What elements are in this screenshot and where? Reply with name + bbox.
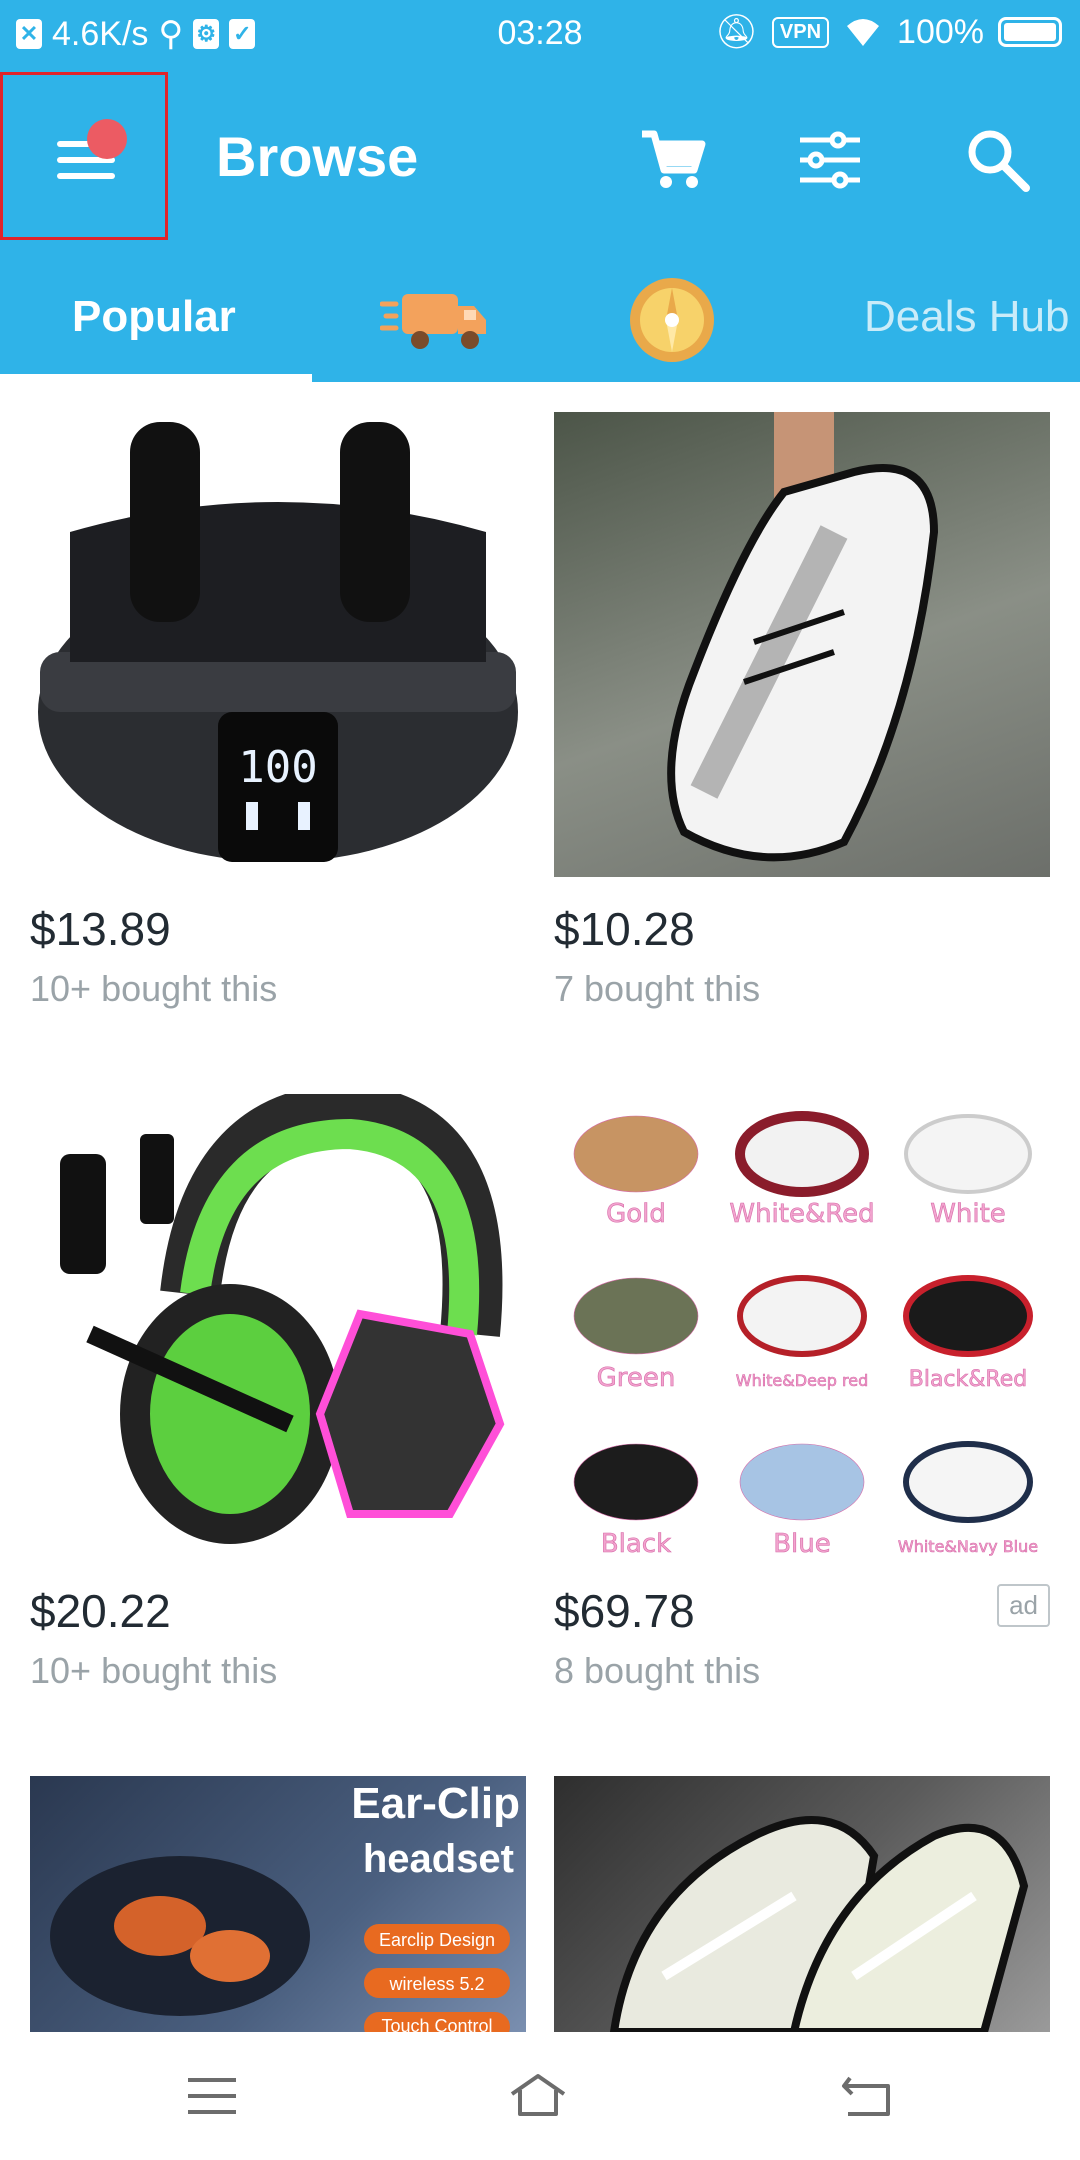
back-icon[interactable] xyxy=(838,2070,898,2122)
feature-pill: Earclip Design xyxy=(379,1930,495,1950)
wifi-icon xyxy=(847,19,880,46)
battery-percent: 100% xyxy=(897,12,984,51)
variant-label: Green xyxy=(597,1363,676,1393)
bought-count: 10+ bought this xyxy=(30,1650,278,1691)
variant-label: Blue xyxy=(773,1529,831,1559)
sneakers-grid-image[interactable]: Gold White&Red White Green White&Deep re… xyxy=(554,1094,1050,1559)
feature-pill: wireless 5.2 xyxy=(388,1974,484,1994)
variant-label: Black xyxy=(601,1529,671,1559)
status-bar: ✕ 4.6K/s ⚲ ⚙ ✓ 03:28 🔕︎ VPN 100% xyxy=(0,0,1080,72)
product-price: $13.89 xyxy=(30,903,171,955)
product-card[interactable]: $10.28 7 bought this xyxy=(554,412,1050,1009)
filter-icon[interactable] xyxy=(794,124,866,196)
shoe-image[interactable] xyxy=(554,412,1050,877)
product-card[interactable]: Gold White&Red White Green White&Deep re… xyxy=(554,1094,1050,1691)
product-price: $20.22 xyxy=(30,1585,171,1637)
variant-label: White&Navy Blue xyxy=(898,1537,1038,1556)
page-title: Browse xyxy=(216,125,419,188)
ad-badge: ad xyxy=(997,1584,1050,1627)
variant-label: White&Red xyxy=(729,1199,874,1229)
loafer-shoe-image[interactable] xyxy=(554,1776,1050,2032)
variant-label: Black&Red xyxy=(909,1367,1027,1392)
tab-indicator xyxy=(0,374,312,382)
product-price: $69.78 xyxy=(554,1585,695,1637)
home-icon[interactable] xyxy=(508,2070,568,2122)
product-card[interactable]: Ear-Clip headset Earclip Design wireless… xyxy=(30,1776,526,2032)
bought-count: 10+ bought this xyxy=(30,968,278,1009)
variant-label: White&Deep red xyxy=(736,1371,868,1390)
variant-label: Gold xyxy=(606,1199,666,1229)
bought-count: 8 bought this xyxy=(554,1650,761,1691)
tab-shipping-truck-icon[interactable] xyxy=(380,284,490,356)
earclip-headset-image[interactable]: Ear-Clip headset Earclip Design wireless… xyxy=(30,1776,526,2032)
category-tabs: Popular Deals Hub xyxy=(0,262,1080,382)
recent-apps-icon[interactable] xyxy=(182,2070,242,2122)
variant-label: White xyxy=(930,1199,1006,1229)
product-card[interactable]: $20.22 10+ bought this xyxy=(30,1094,526,1691)
silent-bell-icon: 🔕︎ xyxy=(714,13,758,51)
product-card[interactable]: 100 $13.89 10+ bought this xyxy=(30,412,526,1009)
product-price: $10.28 xyxy=(554,903,695,955)
vpn-icon: VPN xyxy=(771,16,830,48)
app-header: Browse xyxy=(0,72,1080,262)
bought-count: 7 bought this xyxy=(554,968,761,1009)
battery-icon xyxy=(998,17,1062,47)
feature-pill: Touch Control xyxy=(381,2016,492,2032)
headset-image[interactable] xyxy=(30,1094,526,1559)
cart-icon[interactable] xyxy=(636,124,708,196)
image-headline: headset xyxy=(363,1837,514,1881)
menu-button[interactable] xyxy=(0,72,168,240)
product-card[interactable] xyxy=(554,1776,1050,2032)
tab-popular[interactable]: Popular xyxy=(72,292,236,342)
earbuds-image[interactable]: 100 xyxy=(30,412,526,877)
tab-prize-wheel-icon[interactable] xyxy=(628,276,716,364)
image-headline: Ear-Clip xyxy=(351,1779,520,1828)
tab-deals-hub[interactable]: Deals Hub xyxy=(864,292,1069,342)
svg-text:100: 100 xyxy=(238,742,317,793)
search-icon[interactable] xyxy=(962,124,1034,196)
notification-dot xyxy=(87,119,127,159)
system-nav-bar xyxy=(0,2032,1080,2160)
